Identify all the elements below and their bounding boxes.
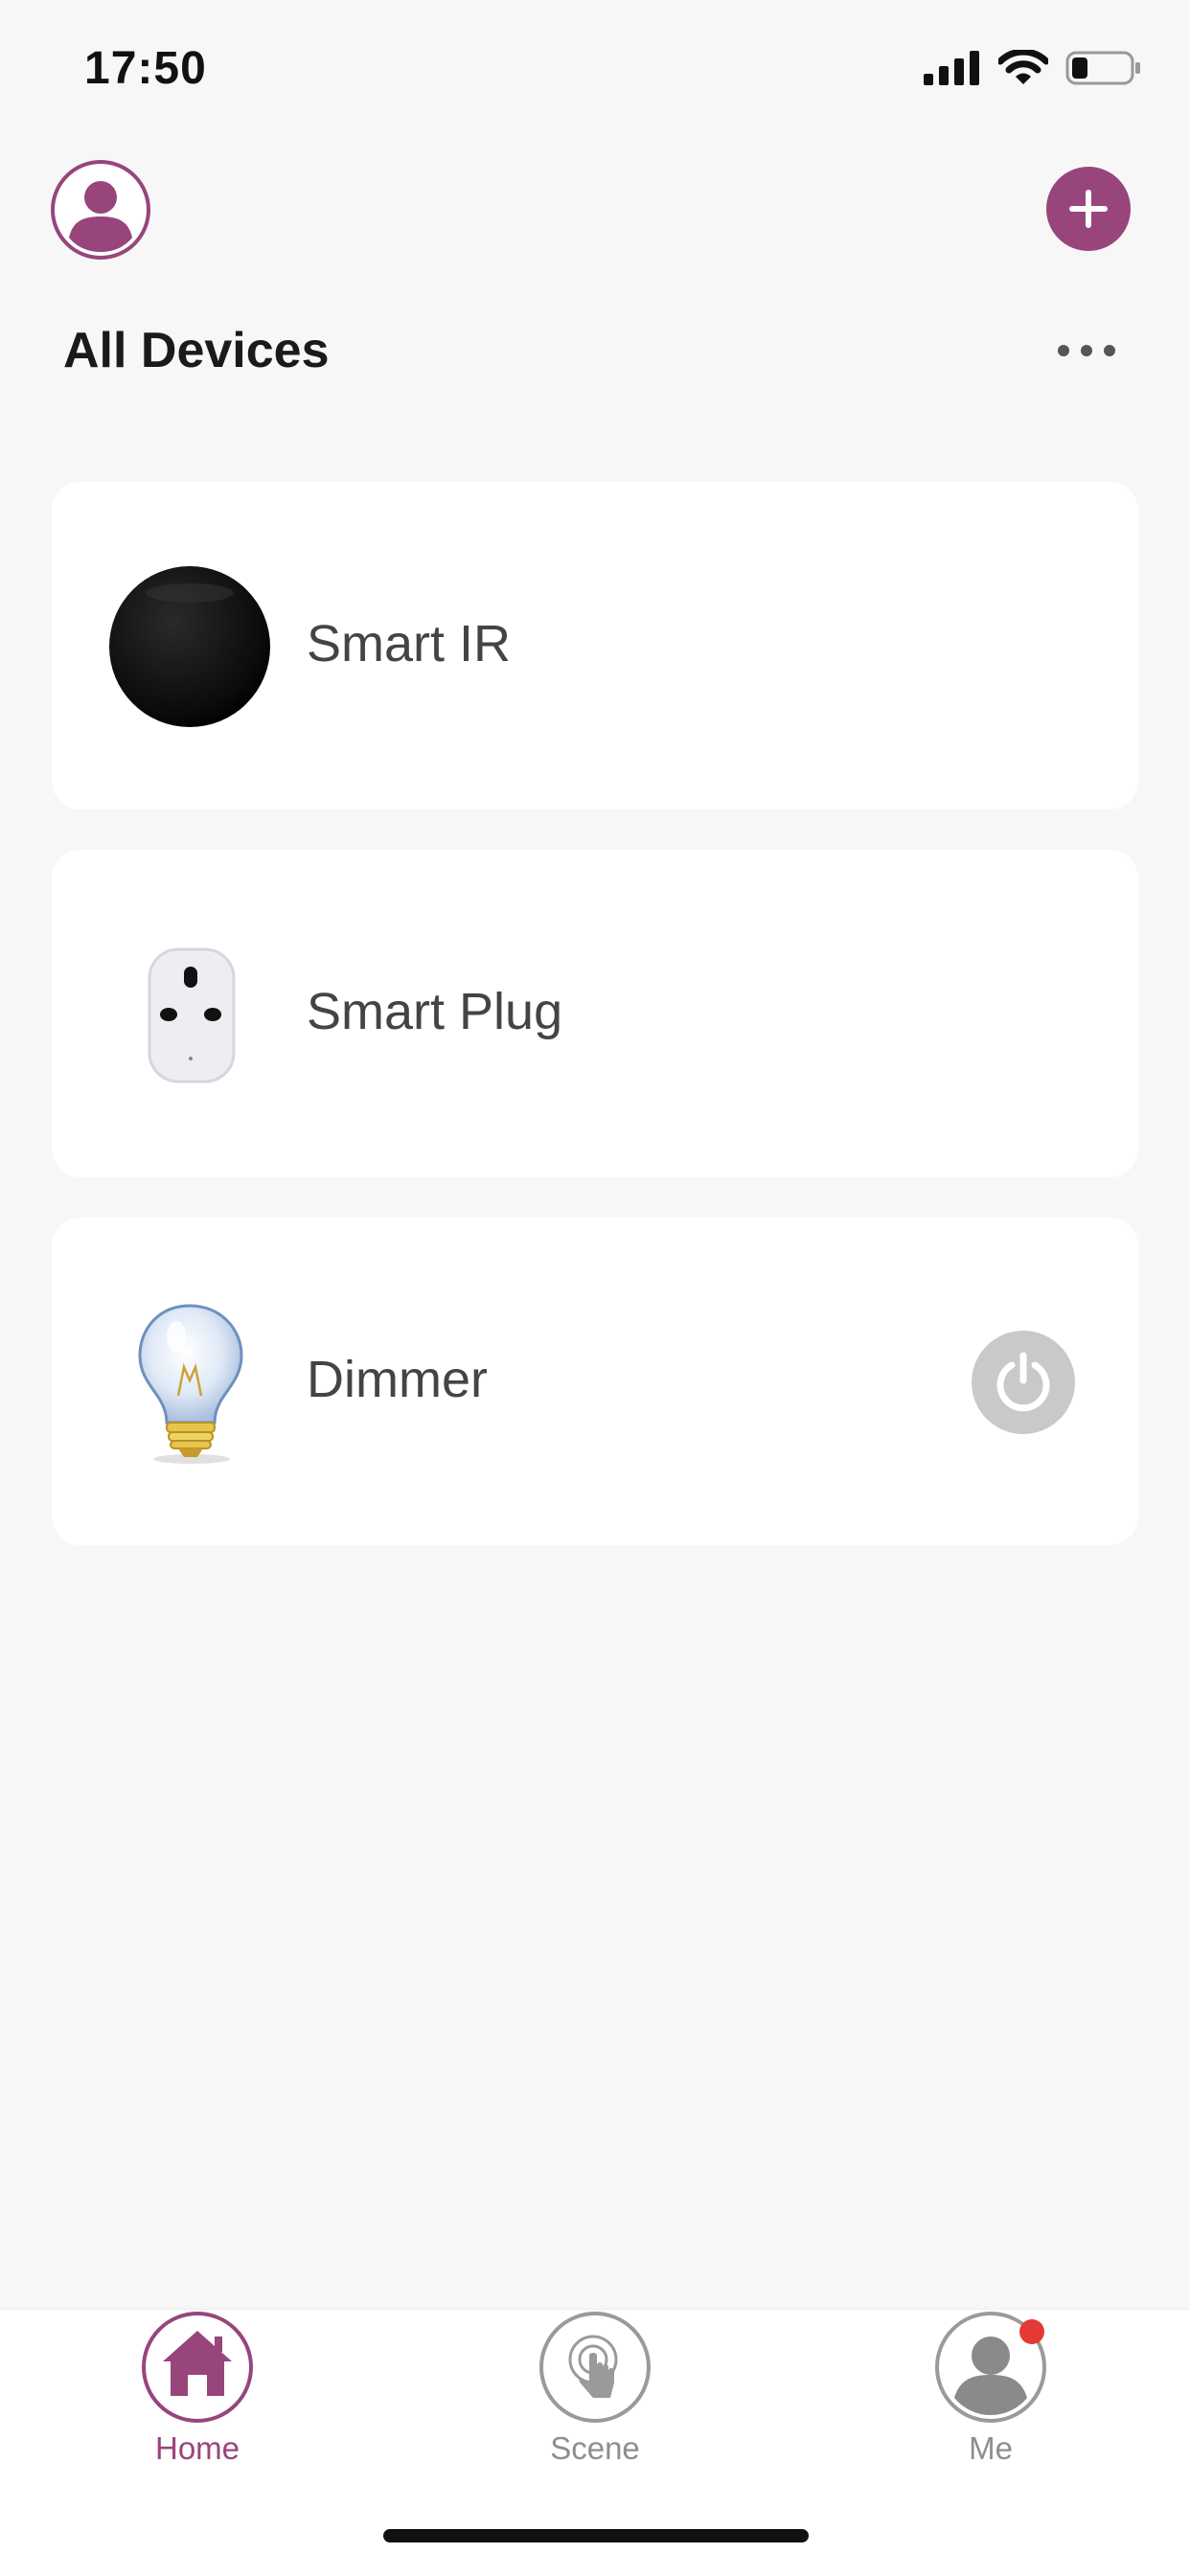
status-bar: 17:50 (0, 0, 1190, 144)
tab-me[interactable]: Me (847, 2310, 1134, 2501)
device-name: Smart Plug (307, 983, 563, 1040)
scene-touch-icon (539, 2312, 651, 2423)
tab-label: Me (969, 2430, 1013, 2466)
device-name: Dimmer (307, 1351, 488, 1408)
user-avatar-icon (51, 160, 150, 260)
smart-plug-device-icon (107, 932, 272, 1097)
home-icon (142, 2312, 253, 2423)
status-time: 17:50 (84, 43, 207, 94)
page-title: All Devices (63, 323, 330, 378)
add-device-button[interactable] (1046, 167, 1131, 251)
more-horizontal-icon (1104, 345, 1115, 356)
tab-scene[interactable]: Scene (451, 2310, 739, 2501)
light-bulb-icon (107, 1300, 272, 1465)
device-name: Smart IR (307, 615, 512, 672)
power-icon (996, 1352, 1050, 1412)
tab-label: Home (154, 2430, 240, 2466)
wifi-icon (998, 50, 1048, 84)
profile-avatar-button[interactable] (50, 159, 151, 261)
device-card-dimmer[interactable]: Dimmer (52, 1218, 1138, 1545)
header-row (0, 153, 1190, 268)
battery-icon (1065, 51, 1140, 85)
more-horizontal-icon (1081, 345, 1092, 356)
title-row: All Devices (0, 316, 1190, 393)
notification-badge (1019, 2319, 1044, 2344)
device-card-smart-plug[interactable]: Smart Plug (52, 850, 1138, 1177)
smart-ir-device-icon (107, 564, 272, 729)
dimmer-power-button[interactable] (972, 1331, 1075, 1434)
tab-label: Scene (550, 2430, 640, 2466)
device-card-smart-ir[interactable]: Smart IR (52, 482, 1138, 809)
more-options-button[interactable] (1058, 345, 1115, 356)
plus-icon (1069, 190, 1108, 228)
home-indicator (383, 2529, 809, 2542)
cellular-signal-icon (924, 51, 979, 85)
device-list: Smart IR Smart Plug Dimmer (52, 482, 1138, 1585)
status-icons (924, 50, 1142, 86)
more-horizontal-icon (1058, 345, 1069, 356)
tab-home[interactable]: Home (54, 2310, 341, 2501)
